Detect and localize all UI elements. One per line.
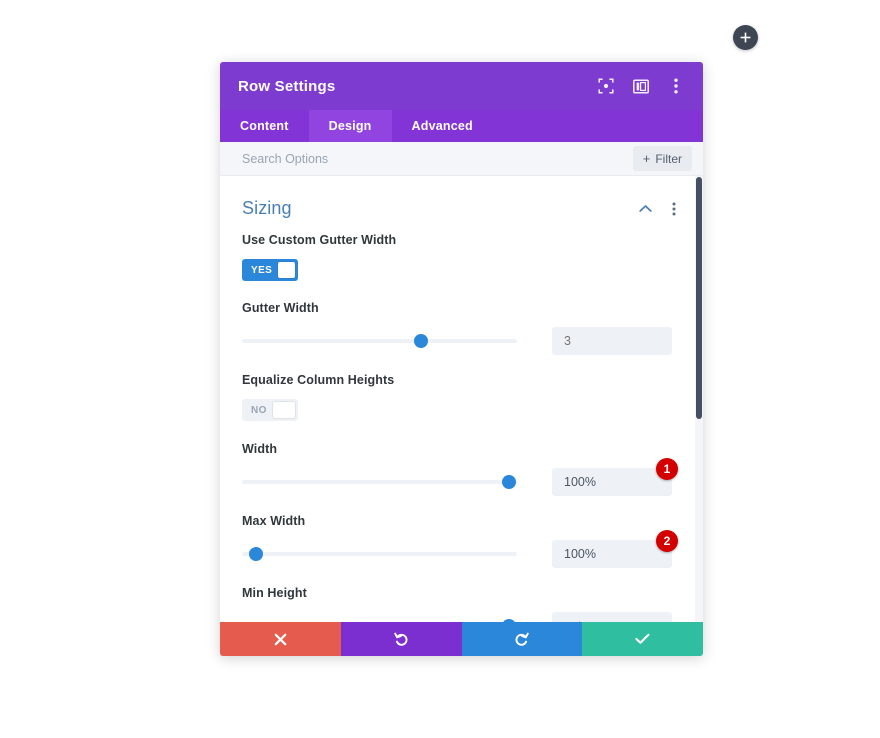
input-width[interactable]: [552, 468, 672, 496]
toggle-state-label: YES: [251, 264, 273, 276]
section-title: Sizing: [242, 198, 292, 218]
settings-scroll-area: Sizing Use Custom Gutter Width YES Gutte…: [220, 176, 703, 622]
tab-design[interactable]: Design: [308, 110, 392, 142]
tab-content[interactable]: Content: [220, 110, 309, 142]
field-max-width: Max Width 2: [242, 514, 681, 586]
toggle-knob: [278, 262, 295, 278]
annotation-badge-2: 2: [656, 530, 678, 552]
screen: Row Settings Content Design Advanced Sea…: [0, 0, 880, 738]
input-max-width[interactable]: [552, 540, 672, 568]
filter-button-label: Filter: [655, 151, 682, 166]
slider-width[interactable]: [242, 474, 517, 490]
field-equalize-column-heights: Equalize Column Heights NO: [242, 373, 681, 442]
annotation-badge-1: 1: [656, 458, 678, 480]
field-label: Max Width: [242, 514, 306, 528]
cancel-button[interactable]: [220, 622, 341, 656]
field-label: Equalize Column Heights: [242, 373, 395, 387]
add-section-button[interactable]: [733, 25, 758, 50]
panel-tabs: Content Design Advanced: [220, 110, 703, 142]
plus-icon: [740, 32, 751, 43]
slider-thumb[interactable]: [501, 619, 516, 622]
save-button[interactable]: [582, 622, 703, 656]
field-min-height: Min Height: [242, 586, 681, 622]
field-label: Gutter Width: [242, 301, 319, 315]
slider-thumb[interactable]: [248, 547, 263, 561]
row-settings-panel: Row Settings Content Design Advanced Sea…: [220, 62, 703, 656]
toggle-use-custom-gutter-width[interactable]: YES: [242, 259, 298, 281]
layout-columns-icon[interactable]: [632, 77, 650, 95]
close-icon: [274, 633, 287, 646]
slider-gutter-width[interactable]: [242, 333, 517, 349]
search-bar: + Filter: [220, 142, 703, 176]
fullscreen-icon[interactable]: [597, 77, 615, 95]
plus-icon: +: [642, 151, 651, 166]
toggle-equalize-column-heights[interactable]: NO: [242, 399, 298, 421]
tab-advanced[interactable]: Advanced: [392, 110, 493, 142]
field-gutter-width: Gutter Width: [242, 301, 681, 373]
more-vertical-icon[interactable]: [667, 202, 681, 216]
slider-track: [242, 339, 517, 343]
slider-thumb[interactable]: [501, 475, 516, 489]
more-vertical-icon[interactable]: [667, 77, 685, 95]
field-label: Min Height: [242, 586, 307, 600]
scrollbar-track[interactable]: [695, 176, 703, 622]
header-icon-group: [597, 77, 685, 95]
redo-button[interactable]: [461, 622, 583, 656]
undo-icon: [393, 632, 409, 647]
section-header-sizing: Sizing: [242, 176, 681, 233]
toggle-state-label: NO: [251, 404, 267, 416]
panel-footer: [220, 622, 703, 656]
filter-button[interactable]: + Filter: [632, 146, 692, 171]
toggle-knob: [272, 402, 295, 418]
field-label: Width: [242, 442, 278, 456]
input-min-height[interactable]: [552, 612, 672, 622]
page-title: Row Settings: [238, 77, 336, 95]
redo-icon: [514, 632, 530, 647]
panel-body: Sizing Use Custom Gutter Width YES Gutte…: [220, 176, 703, 622]
field-label: Use Custom Gutter Width: [242, 233, 397, 247]
slider-track: [242, 480, 517, 484]
section-icon-group: [638, 202, 681, 216]
slider-max-width[interactable]: [242, 546, 517, 562]
undo-button[interactable]: [340, 622, 462, 656]
check-icon: [635, 633, 650, 645]
input-gutter-width[interactable]: [552, 327, 672, 355]
scrollbar-thumb[interactable]: [696, 177, 702, 419]
slider-thumb[interactable]: [413, 334, 428, 348]
search-input[interactable]: [242, 151, 633, 166]
slider-track: [242, 552, 517, 556]
panel-header: Row Settings: [220, 62, 703, 110]
field-use-custom-gutter-width: Use Custom Gutter Width YES: [242, 233, 681, 301]
chevron-up-icon[interactable]: [638, 202, 652, 216]
field-width: Width 1: [242, 442, 681, 514]
slider-min-height[interactable]: [242, 618, 517, 622]
